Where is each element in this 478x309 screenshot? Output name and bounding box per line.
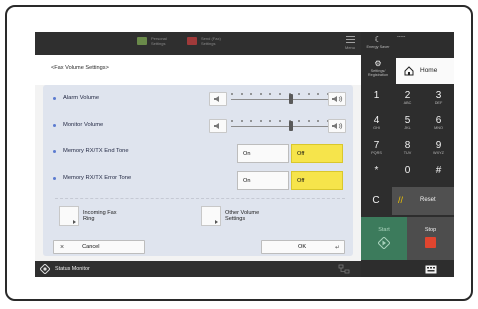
monitor-volume-row: Monitor Volume xyxy=(53,122,103,128)
settings-registration-button[interactable]: ⚙ Settings/ Registration xyxy=(361,58,395,84)
network-icon xyxy=(338,264,350,274)
slider-tick xyxy=(259,93,262,95)
slider-tick xyxy=(259,120,262,122)
divider xyxy=(55,198,345,199)
bullet-icon xyxy=(53,123,56,127)
arrow-icon xyxy=(59,206,79,226)
slider-tick xyxy=(317,93,320,95)
end-tone-label: Memory RX/TX End Tone xyxy=(63,148,129,154)
keypad-display: ----- xyxy=(397,34,406,40)
touch-screen: Personal Settings Send (Fax) Settings Me… xyxy=(35,32,361,277)
key-0[interactable]: 0 xyxy=(392,160,423,185)
start-icon xyxy=(378,237,390,249)
key-6[interactable]: 6 MNO xyxy=(423,110,454,135)
energy-saver-button[interactable]: ☾ Energy Saver xyxy=(361,32,395,56)
personal-settings-icon xyxy=(137,37,147,45)
bullet-icon xyxy=(53,96,56,100)
stop-icon xyxy=(425,237,436,248)
slider-tick xyxy=(269,93,272,95)
top-bar: Personal Settings Send (Fax) Settings Me… xyxy=(35,32,361,55)
end-tone-on-button[interactable]: On xyxy=(237,144,289,163)
slider-tick xyxy=(231,120,233,122)
other-volume-settings-button[interactable]: Other Volume Settings xyxy=(201,206,259,226)
slider-tick xyxy=(240,93,243,95)
key-5[interactable]: 5 JKL xyxy=(392,110,423,135)
speaker-low-icon xyxy=(214,96,219,102)
error-tone-row: Memory RX/TX Error Tone xyxy=(53,175,131,181)
status-monitor-button[interactable]: Status Monitor xyxy=(55,266,90,272)
moon-icon: ☾ xyxy=(374,35,382,44)
slider-tick xyxy=(279,120,281,122)
key-1[interactable]: 1 xyxy=(361,85,392,110)
status-bar: Status Monitor xyxy=(35,261,361,277)
alarm-volume-slider[interactable] xyxy=(231,92,331,106)
slider-thumb[interactable] xyxy=(289,121,293,131)
incoming-fax-ring-button[interactable]: Incoming Fax Ring xyxy=(59,206,117,226)
error-tone-off-button[interactable]: Off xyxy=(291,171,343,190)
status-monitor-icon xyxy=(40,264,50,274)
alarm-volume-up-button[interactable] xyxy=(328,92,346,106)
alarm-volume-label: Alarm Volume xyxy=(63,95,100,101)
speaker-high-icon xyxy=(332,122,343,130)
monitor-volume-label: Monitor Volume xyxy=(63,122,104,128)
fax-settings-shortcut[interactable]: Send (Fax) Settings xyxy=(187,36,227,46)
slider-tick xyxy=(279,93,281,95)
error-tone-label: Memory RX/TX Error Tone xyxy=(63,175,132,181)
slider-tick xyxy=(250,93,253,95)
key-8[interactable]: 8 TUV xyxy=(392,135,423,160)
alarm-volume-down-button[interactable] xyxy=(209,92,227,106)
home-button[interactable]: Home xyxy=(396,58,454,84)
slider-tick xyxy=(298,120,301,122)
slider-tick xyxy=(307,120,310,122)
start-button[interactable]: Start xyxy=(361,217,407,260)
key-9[interactable]: 9 WXYZ xyxy=(423,135,454,160)
fax-settings-icon xyxy=(187,37,197,45)
close-icon: × xyxy=(60,243,65,251)
end-tone-off-button[interactable]: Off xyxy=(291,144,343,163)
title-bar: <Fax Volume Settings> xyxy=(35,55,361,85)
monitor-volume-slider[interactable] xyxy=(231,119,331,133)
cancel-button[interactable]: × Cancel xyxy=(53,240,145,254)
bullet-icon xyxy=(53,176,56,180)
speaker-low-icon xyxy=(214,123,219,129)
key-4[interactable]: 4 GHI xyxy=(361,110,392,135)
monitor-volume-down-button[interactable] xyxy=(209,119,227,133)
ok-button[interactable]: OK ↵ xyxy=(261,240,345,254)
alarm-volume-row: Alarm Volume xyxy=(53,95,99,101)
end-tone-row: Memory RX/TX End Tone xyxy=(53,148,129,154)
reset-button[interactable]: // Reset xyxy=(392,187,454,215)
enter-icon: ↵ xyxy=(334,244,340,251)
speaker-high-icon xyxy=(332,95,343,103)
settings-panel: Alarm Volume Monitor Volume Memory RX/TX xyxy=(43,85,353,256)
key-2[interactable]: 2 ABC xyxy=(392,85,423,110)
clear-button[interactable]: C xyxy=(361,187,391,215)
slider-tick xyxy=(317,120,320,122)
page-title: <Fax Volume Settings> xyxy=(51,65,109,71)
key-star[interactable]: * xyxy=(361,160,392,185)
slider-tick xyxy=(250,120,253,122)
keyboard-icon xyxy=(425,265,437,274)
key-7[interactable]: 7 PQRS xyxy=(361,135,392,160)
gear-icon: ⚙ xyxy=(374,59,382,68)
keyboard-button[interactable] xyxy=(408,262,454,277)
stop-button[interactable]: Stop xyxy=(407,217,454,260)
monitor-volume-up-button[interactable] xyxy=(328,119,346,133)
reset-icon: // xyxy=(398,195,404,205)
key-hash[interactable]: # xyxy=(423,160,454,185)
slider-tick xyxy=(231,93,233,95)
slider-tick xyxy=(240,120,243,122)
error-tone-on-button[interactable]: On xyxy=(237,171,289,190)
menu-button[interactable]: Menu xyxy=(340,35,360,53)
key-3[interactable]: 3 DEF xyxy=(423,85,454,110)
slider-tick xyxy=(269,120,272,122)
slider-thumb[interactable] xyxy=(289,94,293,104)
personal-settings-shortcut[interactable]: Personal Settings xyxy=(137,36,177,46)
arrow-icon xyxy=(201,206,221,226)
slider-tick xyxy=(298,93,301,95)
menu-icon xyxy=(345,36,355,43)
slider-tick xyxy=(307,93,310,95)
keypad-panel: ☾ Energy Saver ----- ⚙ Settings/ Registr… xyxy=(361,32,454,277)
home-icon xyxy=(404,66,414,76)
bullet-icon xyxy=(53,149,56,153)
